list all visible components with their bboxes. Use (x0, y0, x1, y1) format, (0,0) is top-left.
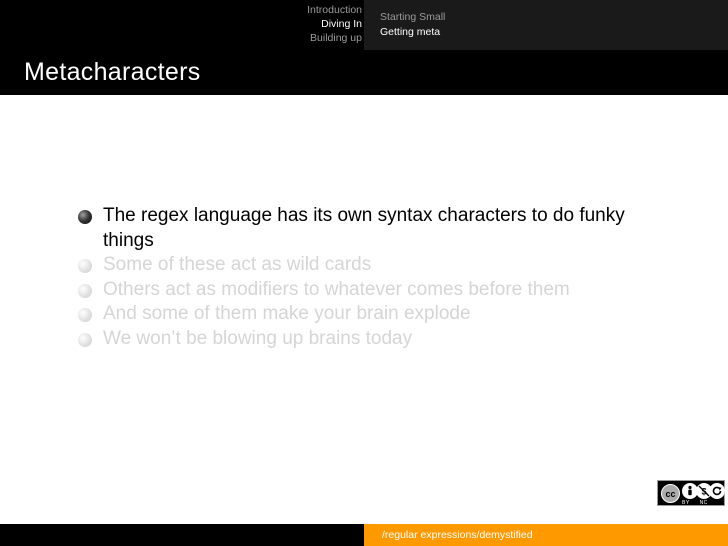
list-item: Some of these act as wild cards (78, 253, 678, 278)
bullet-icon (78, 332, 92, 347)
list-item-text: The regex language has its own syntax ch… (103, 205, 625, 251)
cc-license-labels: BY NC SA (682, 500, 724, 512)
nav-subsection-getting-meta[interactable]: Getting meta (380, 26, 440, 38)
section-nav: Introduction Diving In Building up (0, 0, 364, 50)
list-item: And some of them make your brain explode (78, 302, 678, 327)
frame-title-bar: Metacharacters (0, 50, 728, 95)
nav-section-introduction[interactable]: Introduction (307, 4, 362, 16)
list-item: Others act as modifiers to whatever come… (78, 278, 678, 303)
bullet-icon (78, 283, 92, 298)
page-title: Metacharacters (24, 58, 201, 86)
nav-section-diving-in[interactable]: Diving In (321, 18, 362, 30)
list-item-text: Some of these act as wild cards (103, 254, 372, 275)
label-sa: SA (682, 506, 690, 512)
cc-license-badge[interactable]: cc $ BY NC SA (657, 480, 725, 512)
list-item-text: We won’t be blowing up brains today (103, 327, 413, 349)
bullet-icon (78, 308, 92, 322)
footer-right: /regular expressions/demystified (364, 524, 728, 546)
bullet-icon (78, 210, 92, 224)
bullet-list: The regex language has its own syntax ch… (78, 204, 678, 351)
label-nc: NC (699, 500, 708, 506)
navigation-bar: Introduction Diving In Building up Start… (0, 0, 728, 50)
sa-icon (709, 483, 725, 499)
cc-icon: cc (661, 484, 680, 503)
list-item-text: And some of them make your brain explode (103, 303, 471, 324)
list-item: The regex language has its own syntax ch… (78, 204, 678, 253)
nav-section-building-up[interactable]: Building up (310, 32, 362, 44)
list-item-text: Others act as modifiers to whatever come… (103, 278, 570, 300)
bullet-icon (78, 259, 92, 273)
nav-subsection-starting-small[interactable]: Starting Small (380, 11, 445, 23)
footer-left (0, 524, 364, 546)
footer-title: /regular expressions/demystified (382, 529, 533, 541)
subsection-nav: Starting Small Getting meta (364, 0, 728, 50)
list-item: We won’t be blowing up brains today (78, 327, 678, 352)
